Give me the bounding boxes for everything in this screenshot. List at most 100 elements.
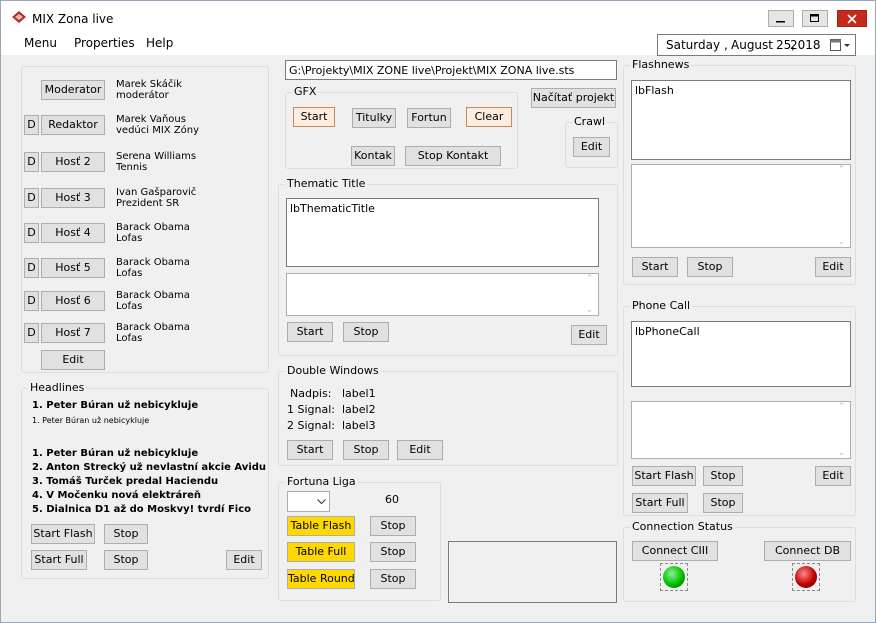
guest-button[interactable]: Redaktor [41, 115, 105, 135]
menu-menu[interactable]: Menu [24, 36, 57, 50]
table-flash-stop-button[interactable]: Stop [370, 516, 416, 536]
guest-role: moderátor [116, 90, 169, 101]
guest-role: Lofas [116, 301, 143, 312]
table-round-stop-button[interactable]: Stop [370, 569, 416, 589]
scroll-down-icon[interactable]: ⌄ [838, 448, 846, 458]
maximize-icon [810, 14, 819, 22]
scrollbar[interactable]: ⌃ ⌄ [581, 274, 598, 315]
guest-d-button[interactable]: D [24, 152, 39, 172]
gfx-fortun-button[interactable]: Fortun [407, 108, 451, 128]
table-flash-button[interactable]: Table Flash [287, 516, 355, 536]
date-year: 2018 [790, 38, 821, 52]
flashnews-start-button[interactable]: Start [632, 257, 678, 277]
double-stop-button[interactable]: Stop [343, 440, 389, 460]
guest-role: vedúci MIX Zóny [116, 125, 200, 136]
scrollbar[interactable]: ⌃ ⌄ [833, 165, 850, 247]
gfx-titulky-button[interactable]: Titulky [352, 108, 396, 128]
phone-call-label: Phone Call [630, 299, 693, 312]
gfx-start-button[interactable]: Start [293, 107, 335, 127]
guest-name: Barack Obama [116, 257, 190, 268]
guest-d-button[interactable]: D [24, 323, 39, 343]
crawl-edit-button[interactable]: Edit [573, 137, 610, 157]
thematic-stop-button[interactable]: Stop [343, 322, 389, 342]
guest-role: Lofas [116, 333, 143, 344]
guests-edit-button[interactable]: Edit [41, 350, 105, 370]
minimize-button[interactable] [768, 10, 794, 27]
scroll-up-icon[interactable]: ⌃ [838, 165, 846, 175]
flashnews-stop-button[interactable]: Stop [687, 257, 733, 277]
phone-call-textarea[interactable]: ⌃ ⌄ [631, 401, 851, 459]
guest-button[interactable]: Moderator [41, 80, 105, 100]
guest-d-button[interactable]: D [24, 258, 39, 278]
flashnews-textarea[interactable]: ⌃ ⌄ [631, 164, 851, 248]
red-led-icon [795, 566, 817, 588]
thematic-start-button[interactable]: Start [287, 322, 333, 342]
headlines-edit-button[interactable]: Edit [226, 550, 262, 570]
double-start-button[interactable]: Start [287, 440, 333, 460]
maximize-button[interactable] [802, 10, 828, 27]
guest-button[interactable]: Hosť 6 [41, 291, 105, 311]
phone-start-flash-button[interactable]: Start Flash [632, 466, 696, 486]
guest-role: Lofas [116, 268, 143, 279]
guest-d-button[interactable]: D [24, 188, 39, 208]
scroll-down-icon[interactable]: ⌄ [838, 237, 846, 247]
phone-stop-flash-button[interactable]: Stop [703, 466, 743, 486]
phone-stop-full-button[interactable]: Stop [703, 493, 743, 513]
scroll-up-icon[interactable]: ⌃ [586, 274, 594, 284]
close-button[interactable] [837, 10, 867, 27]
connect-db-button[interactable]: Connect DB [764, 541, 851, 561]
guest-d-button[interactable]: D [24, 291, 39, 311]
double-windows-group: Double Windows Nadpis: label1 1 Signal: … [278, 364, 618, 466]
green-led-icon [663, 566, 685, 588]
guest-button[interactable]: Hosť 2 [41, 152, 105, 172]
headlines-stop-flash-button[interactable]: Stop [104, 524, 148, 544]
gfx-kontak-button[interactable]: Kontak [351, 146, 395, 166]
guest-button[interactable]: Hosť 3 [41, 188, 105, 208]
signal2-value: label3 [342, 419, 376, 432]
menu-properties[interactable]: Properties [74, 36, 135, 50]
headlines-start-flash-button[interactable]: Start Flash [31, 524, 95, 544]
headlines-start-full-button[interactable]: Start Full [31, 550, 87, 570]
guests-group: Moderator Marek Skáčik moderátor D Redaktor M… [21, 66, 269, 373]
date-picker[interactable]: Saturday , August 25, 2018 [657, 34, 856, 56]
gfx-stop-kontakt-button[interactable]: Stop Kontakt [405, 146, 501, 166]
table-full-button[interactable]: Table Full [287, 542, 355, 562]
signal1-value: label2 [342, 403, 376, 416]
phone-edit-button[interactable]: Edit [815, 466, 851, 486]
guest-name: Barack Obama [116, 222, 190, 233]
calendar-dropdown-icon[interactable] [830, 39, 852, 52]
thematic-title-textarea[interactable]: ⌃ ⌄ [286, 273, 599, 316]
flashnews-edit-button[interactable]: Edit [815, 257, 851, 277]
app-window: MIX Zona live Menu Properties Help Satur… [0, 0, 876, 623]
db-status-led [792, 563, 820, 591]
connect-ciii-button[interactable]: Connect CIII [632, 541, 718, 561]
preview-panel [448, 541, 617, 603]
guest-name: Barack Obama [116, 290, 190, 301]
thematic-edit-button[interactable]: Edit [571, 325, 607, 345]
guest-button[interactable]: Hosť 5 [41, 258, 105, 278]
title-bar: MIX Zona live [1, 1, 875, 33]
guest-button[interactable]: Hosť 7 [41, 323, 105, 343]
app-icon [12, 11, 26, 23]
menu-help[interactable]: Help [146, 36, 173, 50]
double-edit-button[interactable]: Edit [397, 440, 443, 460]
thematic-title-box[interactable]: lbThematicTitle [286, 198, 599, 267]
scroll-down-icon[interactable]: ⌄ [586, 305, 594, 315]
phone-call-group: Phone Call lbPhoneCall ⌃ ⌄ Start Flash St… [623, 299, 856, 516]
table-full-stop-button[interactable]: Stop [370, 542, 416, 562]
guest-button[interactable]: Hosť 4 [41, 223, 105, 243]
table-round-button[interactable]: Table Round [287, 569, 355, 589]
guest-d-button[interactable]: D [24, 115, 39, 135]
fortuna-select[interactable] [287, 491, 330, 512]
project-path-field[interactable]: G:\Projekty\MIX ZONE live\Projekt\MIX ZO… [285, 60, 617, 80]
load-project-button[interactable]: Načítať projekt [531, 88, 616, 108]
gfx-group: GFX Start Titulky Fortun Clear Kontak St… [285, 85, 518, 169]
headlines-stop-full-button[interactable]: Stop [104, 550, 148, 570]
gfx-clear-button[interactable]: Clear [466, 107, 512, 127]
phone-start-full-button[interactable]: Start Full [632, 493, 688, 513]
scroll-up-icon[interactable]: ⌃ [838, 402, 846, 412]
scrollbar[interactable]: ⌃ ⌄ [833, 402, 850, 458]
flashnews-box[interactable]: lbFlash [631, 80, 851, 160]
phone-call-box[interactable]: lbPhoneCall [631, 321, 851, 387]
guest-d-button[interactable]: D [24, 223, 39, 243]
